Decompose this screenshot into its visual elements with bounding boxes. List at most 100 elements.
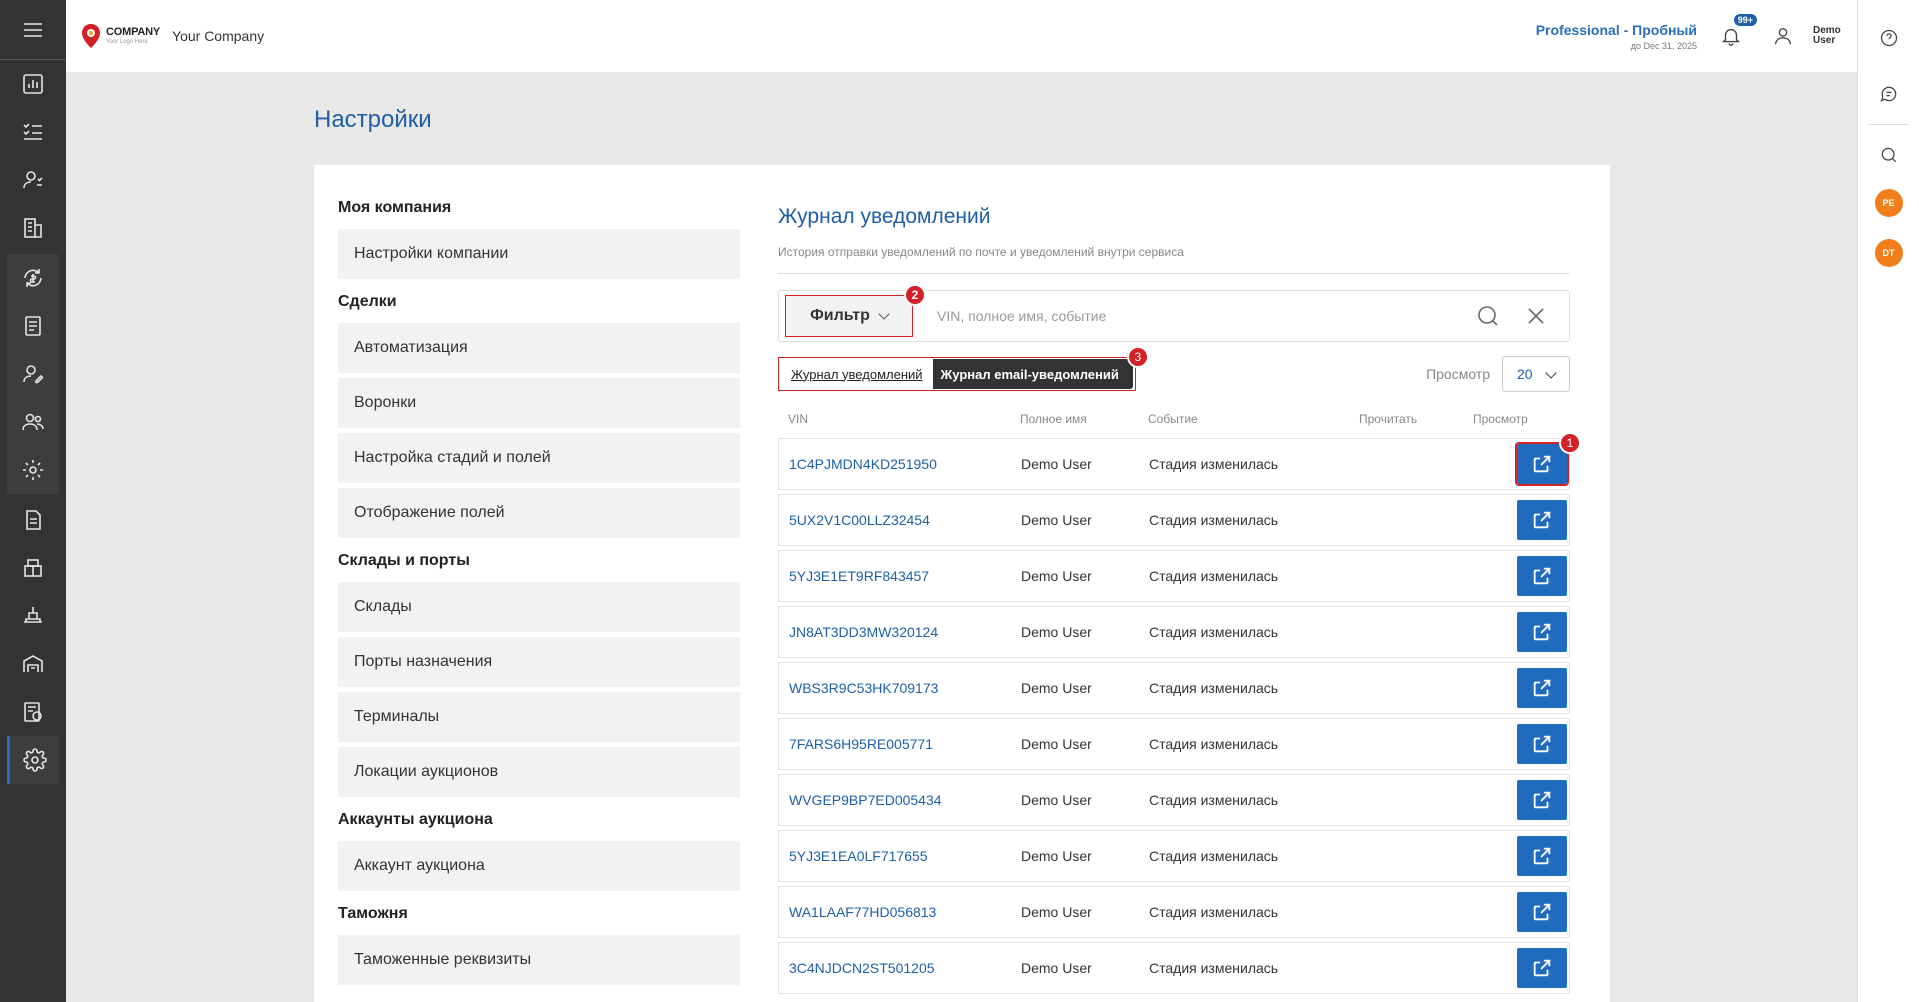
table-body: 1C4PJMDN4KD251950 Demo User Стадия изменил… <box>778 432 1581 994</box>
open-details-button[interactable] <box>1517 556 1567 596</box>
event-text: Стадия изменилась <box>1149 624 1279 640</box>
vin-link[interactable]: WVGEP9BP7ED005434 <box>789 792 1021 808</box>
tab-email-log[interactable]: Журнал email-уведомлений <box>932 359 1133 389</box>
nav-clients-icon[interactable] <box>7 156 59 204</box>
section-heading: Журнал уведомлений <box>778 205 991 228</box>
full-name: Demo User <box>1021 624 1092 640</box>
company-logo[interactable]: COMPANY Your Logo Here <box>80 23 160 49</box>
menu-icon[interactable] <box>0 0 66 60</box>
nav-report-icon[interactable] <box>7 688 59 736</box>
nav-conveyor-icon[interactable] <box>7 592 59 640</box>
full-name: Demo User <box>1021 792 1092 808</box>
avatar-dt[interactable]: DT <box>1874 239 1903 267</box>
close-icon[interactable] <box>1521 301 1551 331</box>
nav-company-settings[interactable]: Настройки компании <box>338 229 740 279</box>
search-icon[interactable] <box>1875 141 1903 169</box>
nav-user-edit-icon[interactable] <box>7 350 59 398</box>
open-details-button[interactable] <box>1517 836 1567 876</box>
header-event[interactable]: Событие <box>1148 412 1359 434</box>
logo-text: COMPANY <box>106 26 161 38</box>
nav-dashboard-icon[interactable] <box>7 60 59 108</box>
open-details-button[interactable] <box>1517 500 1567 540</box>
plan-expiry: до Dec 31, 2025 <box>1630 40 1697 51</box>
header-read[interactable]: Прочитать <box>1359 412 1473 434</box>
nav-settings-icon[interactable] <box>7 736 59 784</box>
settings-panel: Моя компания Настройки компании Сделки А… <box>314 165 1610 1002</box>
header-vin[interactable]: VIN <box>788 412 1020 434</box>
nav-customs-details[interactable]: Таможенные реквизиты <box>338 935 740 985</box>
nav-warehouses[interactable]: Склады <box>338 582 740 632</box>
section-title: Моя компания <box>338 199 452 216</box>
help-icon[interactable] <box>1875 24 1903 52</box>
logo-pin-icon <box>80 23 102 49</box>
nav-terminals[interactable]: Терминалы <box>338 692 740 742</box>
nav-auction-locations[interactable]: Локации аукционов <box>338 747 740 797</box>
filter-label: Фильтр <box>810 307 870 324</box>
tab-notifications-log[interactable]: Журнал уведомлений <box>781 360 933 388</box>
nav-automation[interactable]: Автоматизация <box>338 323 740 373</box>
nav-sync-icon[interactable] <box>7 254 59 302</box>
avatar-pe[interactable]: PE <box>1874 189 1903 217</box>
nav-field-display[interactable]: Отображение полей <box>338 488 740 538</box>
nav-settings-gear-icon[interactable] <box>7 446 59 494</box>
open-details-button[interactable] <box>1517 780 1567 820</box>
nav-group <box>7 254 59 494</box>
event-text: Стадия изменилась <box>1149 568 1279 584</box>
nav-box-icon[interactable] <box>7 544 59 592</box>
section-title: Сделки <box>338 293 397 310</box>
external-link-icon <box>1531 845 1553 867</box>
nav-warehouse-icon[interactable] <box>7 640 59 688</box>
vin-link[interactable]: 5UX2V1C00LLZ32454 <box>789 512 1021 528</box>
vin-link[interactable]: 5YJ3E1ET9RF843457 <box>789 568 1021 584</box>
notifications-bell-icon[interactable]: 99+ <box>1717 14 1757 50</box>
top-header: COMPANY Your Logo Here Your Company Prof… <box>66 0 1857 72</box>
open-details-button[interactable] <box>1517 948 1567 988</box>
search-input[interactable] <box>913 308 1473 324</box>
page-size-select[interactable]: 20 <box>1502 356 1570 392</box>
event-text: Стадия изменилась <box>1149 512 1279 528</box>
page-size-label: Просмотр <box>1426 366 1490 382</box>
vin-link[interactable]: WBS3R9C53HK709173 <box>789 680 1021 696</box>
page-size-control: Просмотр 20 <box>1426 356 1570 392</box>
nav-file-icon[interactable] <box>7 496 59 544</box>
event-text: Стадия изменилась <box>1149 960 1279 976</box>
vin-link[interactable]: WA1LAAF77HD056813 <box>789 904 1021 920</box>
event-text: Стадия изменилась <box>1149 736 1279 752</box>
nav-documents-icon[interactable] <box>7 302 59 350</box>
open-details-button[interactable]: 1 <box>1515 432 1581 486</box>
open-details-button[interactable] <box>1517 892 1567 932</box>
filter-bar: Фильтр 2 <box>778 284 1570 342</box>
table-row: 1C4PJMDN4KD251950 Demo User Стадия изменил… <box>778 432 1581 490</box>
header-view[interactable]: Просмотр <box>1473 412 1570 434</box>
vin-link[interactable]: JN8AT3DD3MW320124 <box>789 624 1021 640</box>
nav-tasks-icon[interactable] <box>7 108 59 156</box>
open-details-button[interactable] <box>1517 612 1567 652</box>
header-name[interactable]: Полное имя <box>1020 412 1148 434</box>
vin-link[interactable]: 3C4NJDCN2ST501205 <box>789 960 1021 976</box>
vin-link[interactable]: 7FARS6H95RE005771 <box>789 736 1021 752</box>
nav-ports[interactable]: Порты назначения <box>338 637 740 687</box>
chat-icon[interactable] <box>1875 80 1903 108</box>
open-details-button[interactable] <box>1517 668 1567 708</box>
user-icon[interactable] <box>1769 22 1797 50</box>
nav-auction-account[interactable]: Аккаунт аукциона <box>338 841 740 891</box>
filter-button[interactable]: Фильтр 2 <box>785 284 926 337</box>
left-sidebar <box>0 0 66 1002</box>
event-text: Стадия изменилась <box>1149 680 1279 696</box>
section-title: Аккаунты аукциона <box>338 811 493 828</box>
plan-info[interactable]: Professional - Пробный до Dec 31, 2025 <box>1536 22 1697 51</box>
vin-link[interactable]: 1C4PJMDN4KD251950 <box>789 456 1021 472</box>
full-name: Demo User <box>1021 568 1092 584</box>
nav-funnels[interactable]: Воронки <box>338 378 740 428</box>
nav-buildings-icon[interactable] <box>7 204 59 252</box>
table-row: WBS3R9C53HK709173 Demo User Стадия изменил… <box>778 662 1570 714</box>
nav-users-icon[interactable] <box>7 398 59 446</box>
event-text: Стадия изменилась <box>1149 456 1279 472</box>
tabs-row: Журнал уведомлений Журнал email-уведомле… <box>778 346 1570 392</box>
user-name[interactable]: Demo User <box>1813 25 1843 47</box>
search-icon[interactable] <box>1473 301 1503 331</box>
open-details-button[interactable] <box>1517 724 1567 764</box>
full-name: Demo User <box>1021 960 1092 976</box>
vin-link[interactable]: 5YJ3E1EA0LF717655 <box>789 848 1021 864</box>
nav-stages-fields[interactable]: Настройка стадий и полей <box>338 433 740 483</box>
